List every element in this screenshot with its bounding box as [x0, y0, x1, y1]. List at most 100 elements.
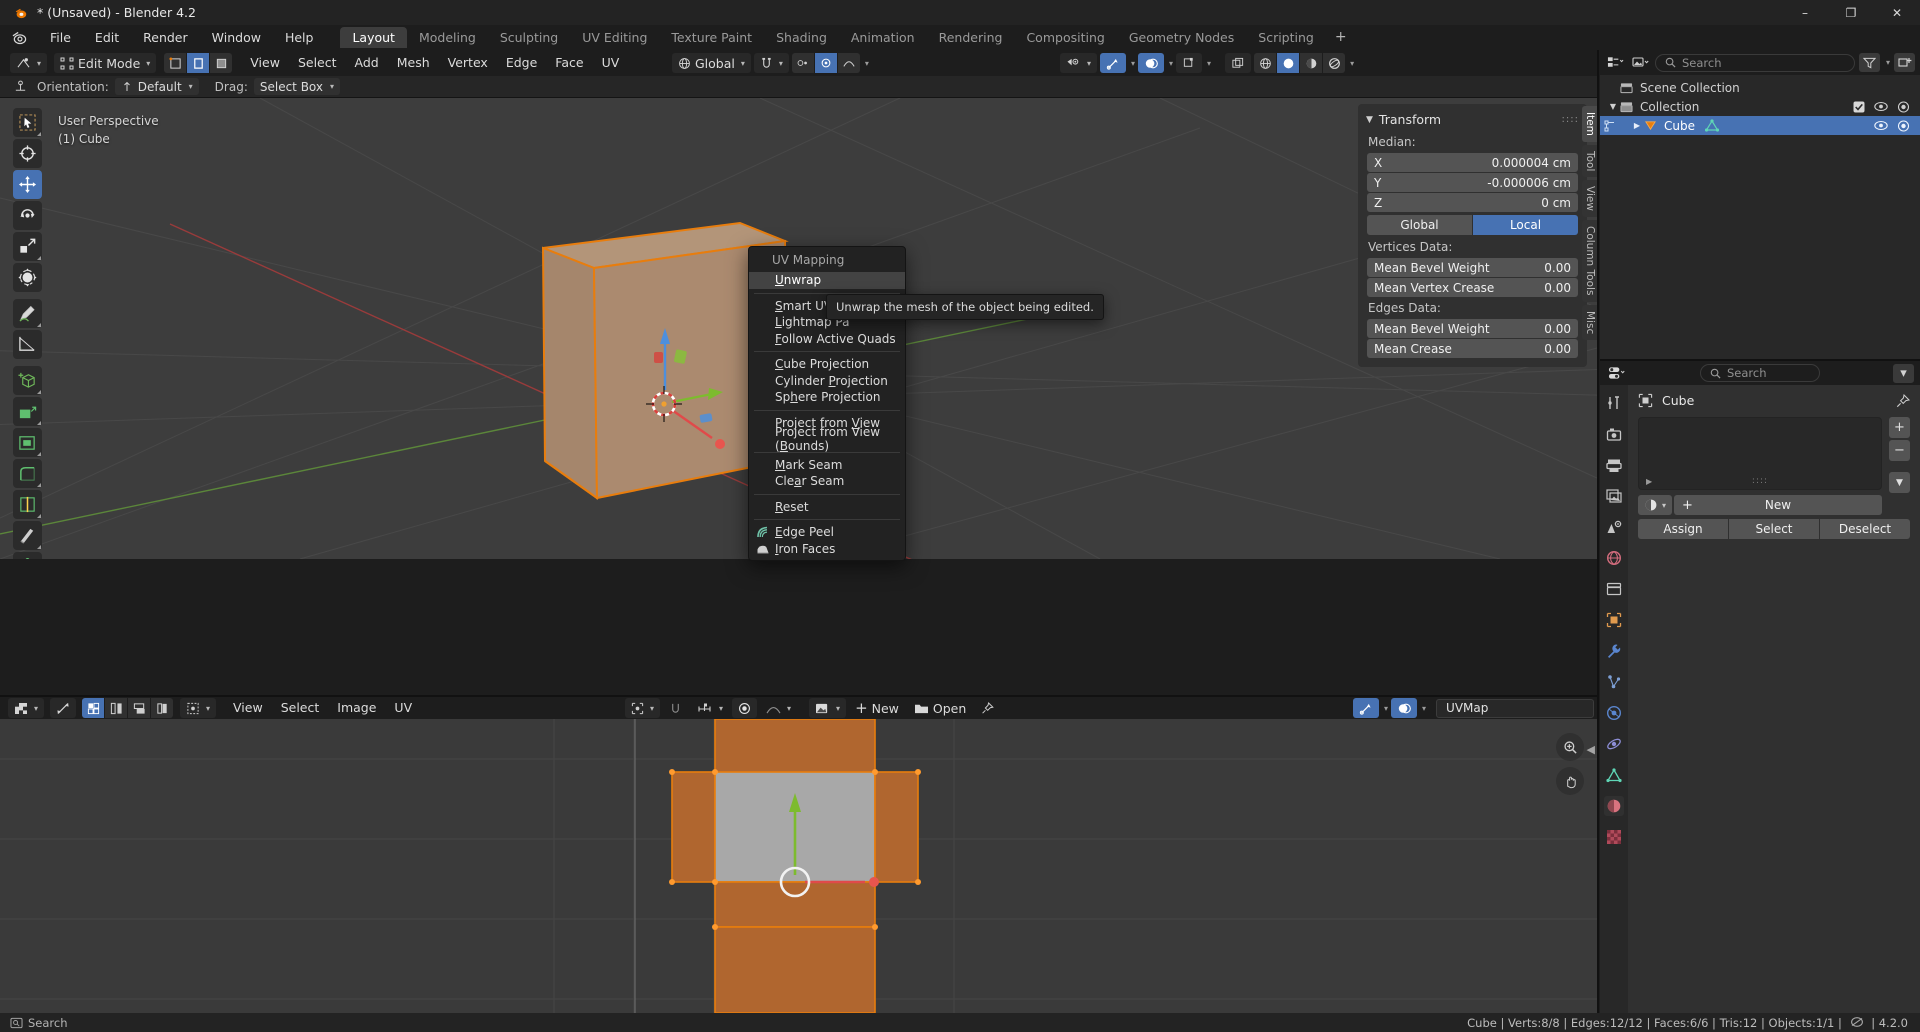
menu-item-cylinder-projection[interactable]: Cylinder Projection — [749, 373, 905, 390]
rendered-shading-button[interactable] — [1323, 53, 1346, 73]
mean-vertex-crease-field[interactable]: Mean Vertex Crease 0.00 — [1367, 278, 1578, 297]
tool-move[interactable] — [13, 170, 42, 199]
properties-tab-particles[interactable] — [1604, 672, 1624, 692]
properties-search-input[interactable]: Search — [1700, 364, 1820, 382]
transform-orientation-selector[interactable]: Global ▾ — [672, 53, 751, 73]
workspace-tab-compositing[interactable]: Compositing — [1014, 27, 1116, 48]
menu-item-reset[interactable]: Reset — [749, 499, 905, 516]
uv-open-image-button[interactable]: Open — [908, 698, 972, 718]
properties-tab-collection[interactable] — [1604, 579, 1624, 599]
uv-pivot-point-selector[interactable]: ▾ — [625, 698, 661, 718]
editor-divider-vertical[interactable] — [1597, 50, 1599, 1013]
viewport-menu-add[interactable]: Add — [346, 53, 388, 73]
outliner-row-scene-collection[interactable]: Scene Collection — [1600, 78, 1920, 97]
camera-icon[interactable] — [1897, 119, 1910, 132]
menu-edit[interactable]: Edit — [83, 27, 131, 49]
uvmap-name-field[interactable]: UVMap — [1436, 698, 1595, 718]
outliner-row-collection[interactable]: ▼ Collection — [1600, 97, 1920, 116]
uv-editor-canvas[interactable]: ◀ — [0, 719, 1597, 1013]
uv-vertex-select-button[interactable] — [82, 698, 105, 718]
uv-editor-type-selector[interactable]: ▾ — [8, 698, 45, 718]
workspace-tab-texture-paint[interactable]: Texture Paint — [659, 27, 764, 48]
uv-snap-target-selector[interactable]: ▾ — [691, 698, 729, 718]
transform-panel-header[interactable]: ▼ Transform :::: — [1358, 110, 1587, 132]
workspace-tab-modeling[interactable]: Modeling — [407, 27, 488, 48]
uv-menu-uv[interactable]: UV — [385, 698, 421, 718]
uv-menu-image[interactable]: Image — [328, 698, 385, 718]
chevron-right-icon[interactable]: ▶ — [1630, 121, 1644, 130]
global-space-button[interactable]: Global — [1367, 215, 1472, 235]
properties-tab-scene[interactable] — [1604, 517, 1624, 537]
menu-file[interactable]: File — [38, 27, 83, 49]
remove-material-slot-button[interactable]: − — [1889, 440, 1910, 461]
uv-new-image-button[interactable]: + New — [849, 698, 905, 718]
uv-zoom-view-icon[interactable] — [1556, 733, 1584, 761]
editor-divider-viewport-uv[interactable] — [0, 695, 1597, 697]
uv-proportional-edit-toggle[interactable] — [732, 698, 758, 718]
median-x-field[interactable]: X 0.000004 cm — [1367, 153, 1578, 172]
menu-item-project-from-view-bounds[interactable]: Project from View (Bounds) — [749, 425, 905, 453]
interaction-mode-selector[interactable]: Edit Mode ▾ — [54, 53, 157, 73]
uv-show-gizmo-toggle[interactable] — [1353, 698, 1379, 718]
uv-proportional-falloff-selector[interactable]: ▾ — [760, 698, 797, 718]
snapping-toggle[interactable]: ▾ — [753, 53, 789, 73]
menu-help[interactable]: Help — [273, 27, 326, 49]
outliner-filter-icon[interactable] — [1858, 53, 1880, 72]
solid-shading-button[interactable] — [1277, 53, 1300, 73]
workspace-tab-uv-editing[interactable]: UV Editing — [570, 27, 659, 48]
viewport-menu-view[interactable]: View — [241, 53, 289, 73]
new-material-button[interactable]: + New — [1674, 495, 1882, 515]
tool-tweak-select[interactable] — [13, 108, 42, 137]
properties-tab-tool[interactable] — [1604, 393, 1624, 413]
properties-tab-render[interactable] — [1604, 424, 1624, 444]
uv-sidebar-toggle-icon[interactable]: ◀ — [1587, 743, 1595, 756]
add-workspace-button[interactable]: + — [1326, 27, 1356, 48]
tool-cursor[interactable] — [13, 139, 42, 168]
material-slot-specials-chevron-down-icon[interactable]: ▼ — [1889, 472, 1910, 493]
uv-menu-select[interactable]: Select — [272, 698, 329, 718]
uv-menu-view[interactable]: View — [224, 698, 272, 718]
uv-pin-image-button[interactable] — [975, 698, 1000, 718]
tool-knife[interactable] — [13, 521, 42, 550]
uv-image-browse-selector[interactable]: ▾ — [809, 698, 847, 718]
outliner-display-mode-icon[interactable] — [1605, 53, 1626, 72]
uv-sticky-selection-selector[interactable]: ▾ — [180, 698, 217, 718]
orientation-dropdown[interactable]: Default ▾ — [114, 78, 199, 95]
n-panel-tab-item[interactable]: Item — [1582, 106, 1597, 142]
workspace-tab-geometry-nodes[interactable]: Geometry Nodes — [1117, 27, 1246, 48]
tool-annotate[interactable] — [13, 299, 42, 328]
pin-id-icon[interactable] — [1896, 393, 1910, 408]
menu-item-clear-seam[interactable]: Clear Seam — [749, 473, 905, 490]
uv-sync-selection-toggle[interactable] — [50, 698, 77, 718]
uv-island-select-button[interactable] — [151, 698, 174, 718]
uv-edge-select-button[interactable] — [105, 698, 128, 718]
close-button[interactable]: ✕ — [1874, 0, 1920, 25]
uv-face-select-button[interactable] — [128, 698, 151, 718]
workspace-tab-scripting[interactable]: Scripting — [1246, 27, 1326, 48]
workspace-tab-rendering[interactable]: Rendering — [927, 27, 1015, 48]
local-space-button[interactable]: Local — [1473, 215, 1578, 235]
n-panel-tab-tool[interactable]: Tool — [1582, 144, 1597, 178]
menu-item-unwrap[interactable]: Unwrap — [749, 272, 905, 289]
material-slot-list[interactable]: ▶ :::: — [1638, 417, 1882, 490]
properties-options-chevron-down-icon[interactable]: ▾ — [1893, 363, 1914, 383]
properties-tab-modifiers[interactable] — [1604, 641, 1624, 661]
properties-tab-data[interactable] — [1604, 765, 1624, 785]
viewport-menu-uv[interactable]: UV — [593, 53, 629, 73]
tool-bevel[interactable] — [13, 459, 42, 488]
menu-window[interactable]: Window — [200, 27, 273, 49]
properties-tab-texture[interactable] — [1604, 827, 1624, 847]
slot-list-expand-icon[interactable]: ▶ — [1646, 477, 1652, 486]
proportional-falloff-button[interactable] — [837, 53, 860, 73]
tool-loop-cut[interactable] — [13, 490, 42, 519]
n-panel-tab-view[interactable]: View — [1582, 180, 1597, 218]
slot-list-resize-grip[interactable]: :::: — [1752, 476, 1768, 486]
workspace-tab-layout[interactable]: Layout — [340, 27, 407, 48]
properties-tab-view-layer[interactable] — [1604, 486, 1624, 506]
proportional-edit-toggle[interactable] — [814, 53, 837, 73]
eye-icon[interactable] — [1874, 120, 1888, 132]
browse-material-icon[interactable]: ▾ — [1638, 495, 1672, 515]
mean-crease-field[interactable]: Mean Crease 0.00 — [1367, 339, 1578, 358]
minimize-button[interactable]: – — [1782, 0, 1828, 25]
collection-checkbox[interactable] — [1853, 101, 1865, 113]
